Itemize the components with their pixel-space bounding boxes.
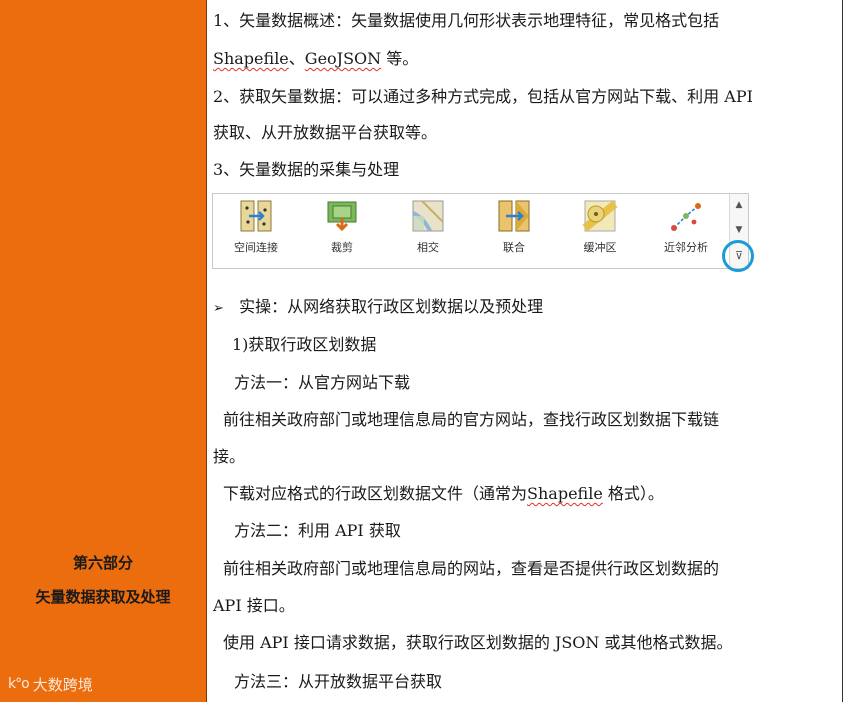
method-two-line2: API 接口。 xyxy=(213,596,295,615)
union-icon xyxy=(498,200,530,232)
method-one-line3: 下载对应格式的行政区划数据文件（通常为Shapefile 格式）。 xyxy=(223,483,664,505)
watermark: k°o 大数跨境 xyxy=(8,672,93,696)
tool-label: 空间连接 xyxy=(234,241,278,254)
tool-label: 缓冲区 xyxy=(583,241,617,254)
para-overview-tail: 等。 xyxy=(381,49,419,68)
para-overview-line1: 1、矢量数据概述：矢量数据使用几何形状表示地理特征，常见格式包括 xyxy=(213,11,720,30)
clip-icon xyxy=(327,201,357,232)
para-collect: 3、矢量数据的采集与处理 xyxy=(213,160,400,179)
section-name: 矢量数据获取及处理 xyxy=(35,588,171,606)
method-two-title: 方法二：利用 API 获取 xyxy=(234,521,401,540)
tool-near: 近邻分析 xyxy=(651,198,721,255)
method-one-line1: 前往相关政府部门或地理信息局的官方网站，查找行政区划数据下载链 xyxy=(223,410,720,429)
tool-label: 相交 xyxy=(417,241,439,254)
para-overview-line2: Shapefile、GeoJSON 等。 xyxy=(213,48,418,70)
tool-label: 裁剪 xyxy=(331,241,353,254)
tool-intersect: 相交 xyxy=(393,198,463,255)
method-two-line3: 使用 API 接口请求数据，获取行政区划数据的 JSON 或其他格式数据。 xyxy=(223,633,733,652)
method-one-line3-tail: 格式）。 xyxy=(602,484,664,503)
method-one-title: 方法一：从官方网站下载 xyxy=(234,373,411,392)
spatial-join-icon xyxy=(240,200,272,232)
scroll-up-icon[interactable]: ▲ xyxy=(730,196,748,214)
tool-union: 联合 xyxy=(479,198,549,255)
format-geojson: GeoJSON xyxy=(304,49,382,68)
watermark-text: 大数跨境 xyxy=(32,675,93,694)
tool-label: 联合 xyxy=(503,241,525,254)
tool-clip: 裁剪 xyxy=(307,198,377,255)
tool-buffer: 缓冲区 xyxy=(565,198,635,255)
method-three-title: 方法三：从开放数据平台获取 xyxy=(234,672,443,691)
method-one-line2: 接。 xyxy=(213,447,246,466)
buffer-icon xyxy=(582,200,618,232)
near-icon xyxy=(671,203,701,231)
intersect-icon xyxy=(412,200,444,232)
section-number: 第六部分 xyxy=(72,554,133,572)
section-title: 第六部分 矢量数据获取及处理 xyxy=(0,546,206,614)
tool-spatial-join: 空间连接 xyxy=(221,198,291,255)
para-acquire-line1: 2、获取矢量数据：可以通过多种方式完成，包括从官方网站下载、利用 API xyxy=(213,87,753,106)
arrow-bullet-icon: ➢ xyxy=(213,301,224,316)
highlight-circle xyxy=(722,240,754,272)
tool-label: 近邻分析 xyxy=(664,241,708,254)
separator: 、 xyxy=(288,49,305,68)
step-get-admin-data: 1)获取行政区划数据 xyxy=(232,335,377,354)
format-shapefile: Shapefile xyxy=(527,484,603,503)
format-shapefile: Shapefile xyxy=(213,49,289,68)
gis-toolbar-screenshot: 空间连接 裁剪 相交 联合 缓冲区 近邻分析 ▲ ▼ ⊽ xyxy=(212,193,749,269)
method-one-line3-head: 下载对应格式的行政区划数据文件（通常为 xyxy=(223,484,528,503)
para-acquire-line2: 获取、从开放数据平台获取等。 xyxy=(213,123,438,142)
scroll-down-icon[interactable]: ▼ xyxy=(730,221,748,239)
practice-text: 实操：从网络获取行政区划数据以及预处理 xyxy=(239,297,544,316)
practice-heading: ➢ 实操：从网络获取行政区划数据以及预处理 xyxy=(213,296,543,320)
method-two-line1: 前往相关政府部门或地理信息局的网站，查看是否提供行政区划数据的 xyxy=(223,559,720,578)
document-page: 第六部分 矢量数据获取及处理 k°o 大数跨境 1、矢量数据概述：矢量数据使用几… xyxy=(0,0,843,702)
content-column: 1、矢量数据概述：矢量数据使用几何形状表示地理特征，常见格式包括 Shapefi… xyxy=(207,0,843,702)
section-column: 第六部分 矢量数据获取及处理 k°o 大数跨境 xyxy=(0,0,207,702)
watermark-logo: k°o xyxy=(8,676,30,692)
